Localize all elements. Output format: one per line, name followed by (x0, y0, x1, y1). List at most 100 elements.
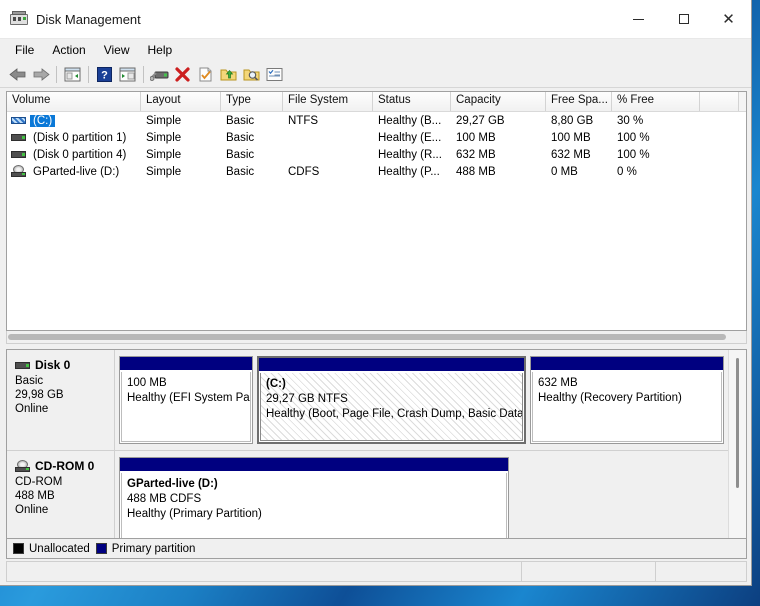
extend-volume-icon[interactable] (217, 63, 240, 85)
disk-type: CD-ROM (15, 476, 63, 488)
maximize-button[interactable] (661, 0, 706, 38)
partition-efi[interactable]: 100 MB Healthy (EFI System Pa (119, 356, 253, 444)
volume-list-body: (C:) Simple Basic NTFS Healthy (B... 29,… (7, 112, 746, 330)
disk-row-disk0[interactable]: Disk 0 Basic 29,98 GB Online 100 MB Heal… (7, 350, 728, 451)
column-header-free-space[interactable]: Free Spa... (546, 92, 612, 111)
column-header-capacity[interactable]: Capacity (451, 92, 546, 111)
cell-status: Healthy (E... (378, 131, 442, 144)
table-row[interactable]: GParted-live (D:) Simple Basic CDFS Heal… (7, 163, 746, 180)
close-button[interactable]: ✕ (706, 0, 751, 38)
column-header-percent-free[interactable]: % Free (612, 92, 700, 111)
show-hide-action-pane-icon[interactable] (116, 63, 139, 85)
show-hide-tree-icon[interactable] (61, 63, 84, 85)
column-header-volume[interactable]: Volume (7, 92, 141, 111)
scrollbar-thumb[interactable] (8, 334, 726, 340)
cell-file-system: CDFS (288, 165, 320, 178)
cell-percent-free: 30 % (617, 114, 644, 127)
partition-status: Healthy (Recovery Partition) (538, 392, 682, 404)
column-header-status[interactable]: Status (373, 92, 451, 111)
properties-drive-icon[interactable] (148, 63, 171, 85)
cell-volume: GParted-live (D:) (7, 165, 141, 178)
volume-list-horizontal-scrollbar[interactable] (6, 331, 747, 344)
column-header-filler[interactable] (700, 92, 739, 111)
partition-size: 632 MB (538, 377, 578, 389)
menu-help[interactable]: Help (139, 41, 182, 59)
disk-title: Disk 0 (15, 358, 114, 372)
delete-icon[interactable] (171, 63, 194, 85)
partition-body: (C:) 29,27 GB NTFS Healthy (Boot, Page F… (260, 373, 523, 441)
cell-type: Basic (226, 131, 255, 144)
search-folder-icon[interactable] (240, 63, 263, 85)
back-arrow-glyph (8, 67, 25, 81)
forward-arrow-icon[interactable] (29, 63, 52, 85)
scrollbar-thumb[interactable] (736, 358, 739, 488)
table-row[interactable]: (C:) Simple Basic NTFS Healthy (B... 29,… (7, 112, 746, 129)
svg-text:?: ? (101, 69, 108, 81)
disk0-partitions: 100 MB Healthy (EFI System Pa (C:) 29,27… (115, 350, 728, 450)
action-pane-glyph (119, 67, 136, 81)
graphical-view-vertical-scrollbar[interactable] (728, 350, 746, 538)
unallocated-swatch-icon (13, 543, 24, 554)
cell-percent-free: 0 % (617, 165, 637, 178)
partition-c[interactable]: (C:) 29,27 GB NTFS Healthy (Boot, Page F… (257, 356, 526, 444)
window-controls: ✕ (616, 0, 751, 38)
cd-rom-icon (15, 459, 31, 473)
cell-free-space: 100 MB (551, 131, 591, 144)
maximize-icon (678, 14, 689, 24)
column-header-file-system[interactable]: File System (283, 92, 373, 111)
partition-status: Healthy (Primary Partition) (127, 508, 262, 520)
status-segment-main (7, 562, 522, 581)
partition-body: 632 MB Healthy (Recovery Partition) (532, 372, 722, 442)
status-segment-two (522, 562, 656, 581)
cell-type: Basic (226, 165, 255, 178)
partition-color-bar (531, 357, 723, 370)
cell-layout: Simple (146, 114, 182, 127)
volume-list-header: Volume Layout Type File System Status Ca… (7, 92, 746, 112)
help-icon[interactable]: ? (93, 63, 116, 85)
menu-action[interactable]: Action (43, 41, 94, 59)
volume-list[interactable]: Volume Layout Type File System Status Ca… (6, 91, 747, 331)
menu-view[interactable]: View (95, 41, 139, 59)
column-header-layout[interactable]: Layout (141, 92, 221, 111)
menu-bar: File Action View Help (0, 39, 751, 61)
folder-search-glyph (243, 69, 260, 81)
console-tree-glyph (64, 67, 81, 81)
partition-recovery[interactable]: 632 MB Healthy (Recovery Partition) (530, 356, 724, 444)
cell-percent-free: 100 % (617, 148, 650, 161)
column-header-type[interactable]: Type (221, 92, 283, 111)
folder-up-arrow-glyph (220, 69, 237, 80)
cell-status: Healthy (R... (378, 148, 442, 161)
partition-label: GParted-live (D:) (127, 478, 218, 490)
legend-label: Unallocated (29, 542, 90, 555)
legend-label: Primary partition (111, 542, 196, 555)
menu-file[interactable]: File (6, 41, 43, 59)
cd-rom-icon (11, 165, 27, 178)
disk-status: Online (15, 403, 49, 415)
cell-capacity: 100 MB (456, 131, 496, 144)
cell-status: Healthy (P... (378, 165, 440, 178)
toolbar-separator (56, 65, 57, 83)
red-x-glyph (175, 66, 190, 82)
drive-icon (11, 148, 27, 161)
status-segment-three (656, 562, 746, 581)
list-properties-icon[interactable] (263, 63, 286, 85)
disk-info-disk0[interactable]: Disk 0 Basic 29,98 GB Online (7, 350, 115, 450)
cell-capacity: 488 MB (456, 165, 496, 178)
table-row[interactable]: (Disk 0 partition 1) Simple Basic Health… (7, 129, 746, 146)
hatched-drive-icon (11, 114, 27, 127)
partition-size: 29,27 GB NTFS (266, 393, 348, 405)
cell-volume: (Disk 0 partition 1) (7, 131, 141, 144)
partition-status: Healthy (Boot, Page File, Crash Dump, Ba… (266, 408, 523, 420)
disk-title: CD-ROM 0 (15, 459, 114, 473)
back-arrow-icon[interactable] (6, 63, 29, 85)
disk-row-cdrom0[interactable]: CD-ROM 0 CD-ROM 488 MB Online GParted-li… (7, 451, 728, 538)
disk-info-cdrom0[interactable]: CD-ROM 0 CD-ROM 488 MB Online (7, 451, 115, 538)
table-row[interactable]: (Disk 0 partition 4) Simple Basic Health… (7, 146, 746, 163)
partition-cd[interactable]: GParted-live (D:) 488 MB CDFS Healthy (P… (119, 457, 509, 538)
cell-status: Healthy (B... (378, 114, 442, 127)
cell-capacity: 29,27 GB (456, 114, 505, 127)
rescan-disks-icon[interactable] (194, 63, 217, 85)
minimize-button[interactable] (616, 0, 661, 38)
cell-layout: Simple (146, 131, 182, 144)
client-area: Volume Layout Type File System Status Ca… (6, 91, 747, 559)
